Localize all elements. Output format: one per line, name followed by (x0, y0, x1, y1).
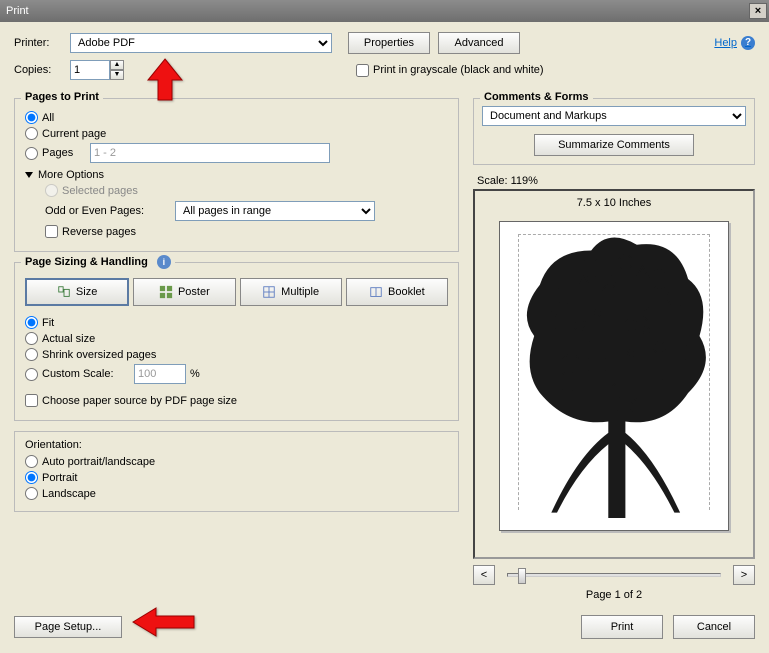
dialog-content: Printer: Adobe PDF Properties Advanced H… (0, 22, 769, 647)
scale-label: Scale: 119% (477, 175, 755, 187)
advanced-button[interactable]: Advanced (438, 32, 520, 54)
odd-even-label: Odd or Even Pages: (45, 205, 175, 217)
radio-pages[interactable]: Pages (25, 143, 448, 163)
dimensions-label: 7.5 x 10 Inches (475, 197, 753, 209)
custom-scale-input[interactable] (134, 364, 186, 384)
sizing-group: Page Sizing & Handling i Size Poster Mul… (14, 262, 459, 421)
radio-auto-orient[interactable]: Auto portrait/landscape (25, 455, 448, 468)
copies-label: Copies: (14, 64, 70, 76)
printer-select[interactable]: Adobe PDF (70, 33, 332, 53)
close-button[interactable]: × (749, 3, 767, 19)
title-bar: Print × (0, 0, 769, 22)
window-title: Print (6, 5, 29, 17)
size-icon (57, 285, 71, 299)
page-setup-button[interactable]: Page Setup... (14, 616, 122, 638)
multiple-icon (262, 285, 276, 299)
radio-custom-scale[interactable]: Custom Scale: % (25, 364, 448, 384)
chevron-down-icon (25, 172, 33, 178)
prev-page-button[interactable]: < (473, 565, 495, 585)
summarize-button[interactable]: Summarize Comments (534, 134, 694, 156)
poster-icon (159, 285, 173, 299)
annotation-arrow-top (140, 56, 190, 109)
info-icon[interactable]: i (157, 255, 171, 269)
tab-booklet[interactable]: Booklet (346, 278, 448, 306)
paper-source-checkbox[interactable]: Choose paper source by PDF page size (25, 394, 448, 407)
preview-page (499, 221, 729, 531)
radio-current[interactable]: Current page (25, 127, 448, 140)
odd-even-select[interactable]: All pages in range (175, 201, 375, 221)
grayscale-checkbox[interactable]: Print in grayscale (black and white) (356, 64, 544, 77)
orientation-title: Orientation: (25, 439, 448, 451)
pages-range-input[interactable] (90, 143, 330, 163)
copies-input[interactable] (70, 60, 110, 80)
radio-all[interactable]: All (25, 111, 448, 124)
booklet-icon (369, 285, 383, 299)
radio-shrink[interactable]: Shrink oversized pages (25, 348, 448, 361)
printer-label: Printer: (14, 37, 70, 49)
properties-button[interactable]: Properties (348, 32, 430, 54)
pages-to-print-title: Pages to Print (21, 91, 103, 103)
orientation-group: Orientation: Auto portrait/landscape Por… (14, 431, 459, 512)
reverse-checkbox[interactable]: Reverse pages (45, 225, 448, 238)
tree-image (500, 222, 728, 518)
comments-group: Comments & Forms Document and Markups Su… (473, 98, 755, 165)
cancel-button[interactable]: Cancel (673, 615, 755, 639)
annotation-arrow-bottom (130, 604, 200, 643)
next-page-button[interactable]: > (733, 565, 755, 585)
radio-actual[interactable]: Actual size (25, 332, 448, 345)
pages-to-print-group: Pages to Print All Current page Pages Mo… (14, 98, 459, 252)
print-button[interactable]: Print (581, 615, 663, 639)
comments-title: Comments & Forms (480, 91, 593, 103)
sizing-title: Page Sizing & Handling i (21, 255, 175, 269)
page-slider[interactable] (507, 573, 721, 577)
tab-size[interactable]: Size (25, 278, 129, 306)
help-icon: ? (741, 36, 755, 50)
print-preview: 7.5 x 10 Inches (473, 189, 755, 559)
help-link[interactable]: Help ? (714, 36, 755, 50)
radio-selected-pages[interactable]: Selected pages (45, 184, 448, 197)
page-indicator: Page 1 of 2 (473, 589, 755, 601)
comments-select[interactable]: Document and Markups (482, 106, 746, 126)
tab-poster[interactable]: Poster (133, 278, 235, 306)
radio-landscape[interactable]: Landscape (25, 487, 448, 500)
copies-spinner[interactable]: ▲▼ (110, 60, 124, 80)
radio-fit[interactable]: Fit (25, 316, 448, 329)
slider-thumb[interactable] (518, 568, 526, 584)
tab-multiple[interactable]: Multiple (240, 278, 342, 306)
radio-portrait[interactable]: Portrait (25, 471, 448, 484)
more-options-toggle[interactable]: More Options (25, 169, 448, 181)
